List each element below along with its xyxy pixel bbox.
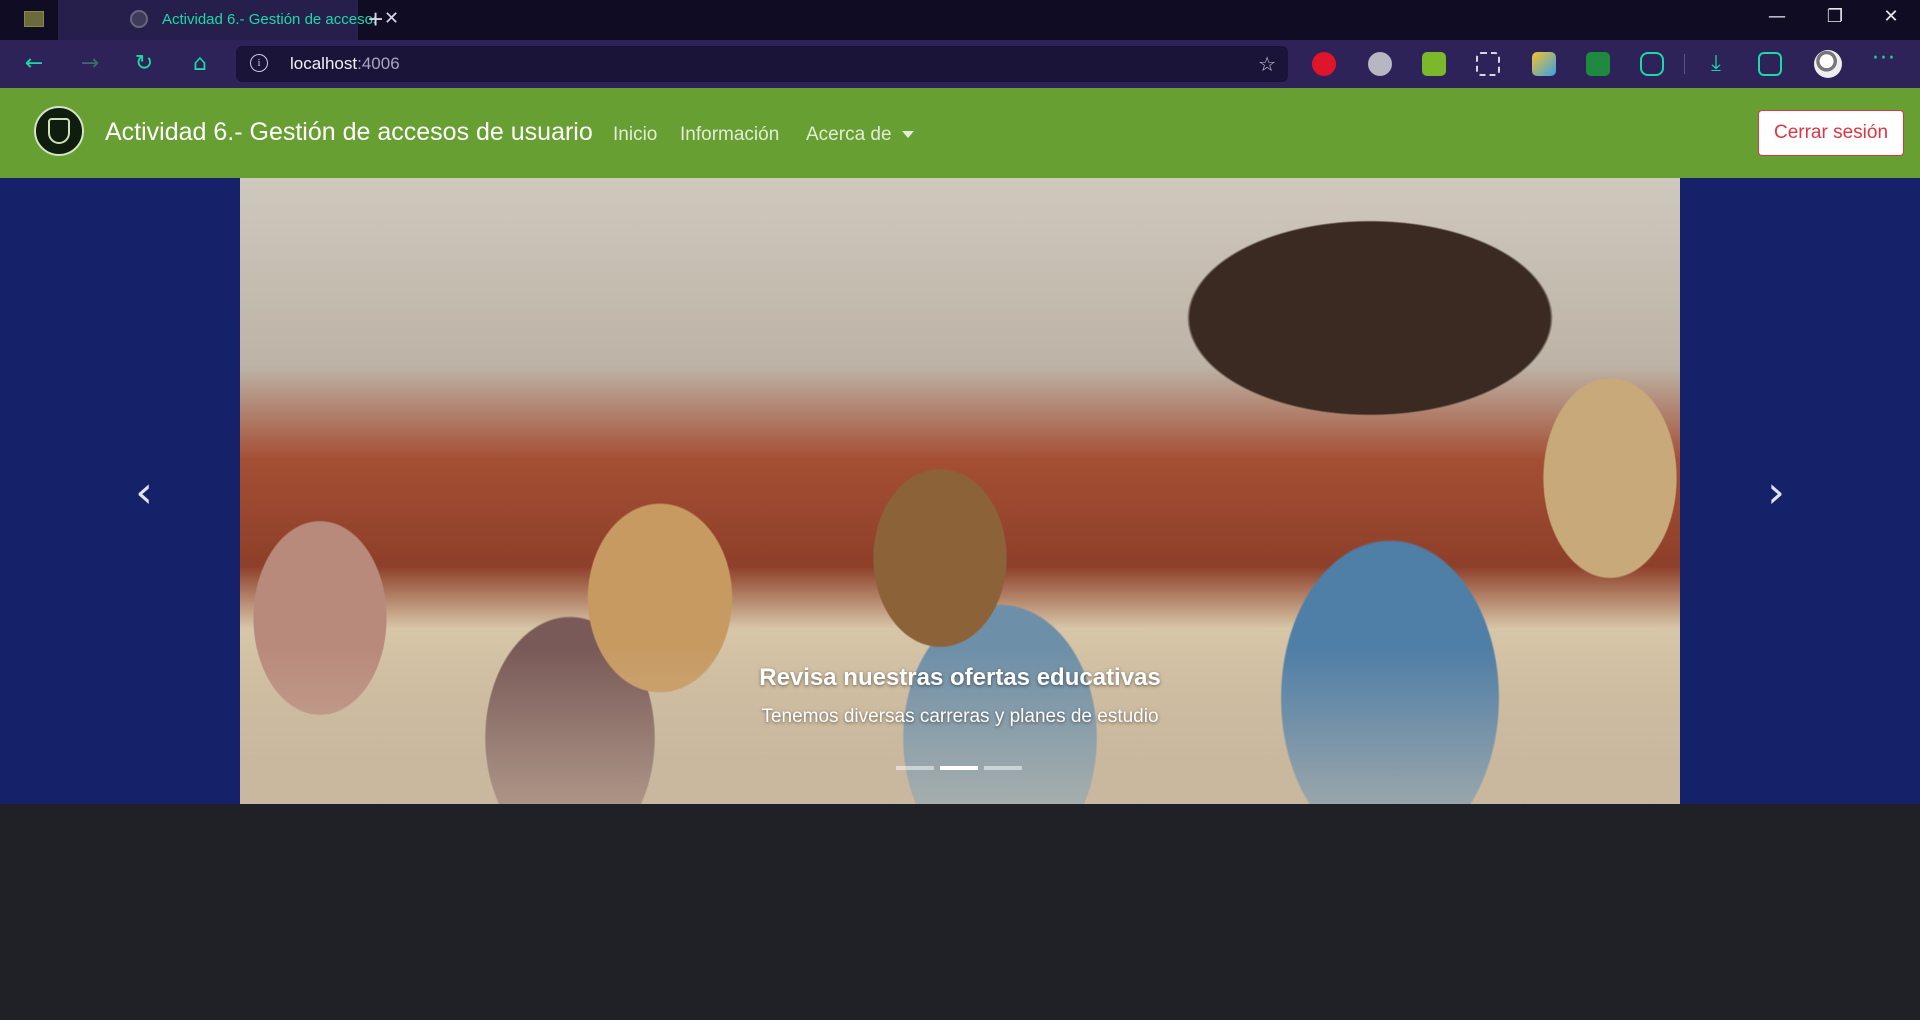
carousel-prev-icon[interactable]: ‹ <box>124 468 164 518</box>
site-info-icon[interactable]: i <box>250 54 268 72</box>
close-icon[interactable]: ✕ <box>1868 6 1914 27</box>
color-picker-icon[interactable] <box>1532 52 1556 76</box>
download-arrow-icon[interactable] <box>1422 52 1446 76</box>
forward-icon[interactable]: → <box>76 50 104 78</box>
favorite-star-icon[interactable]: ☆ <box>1258 52 1276 76</box>
browser-tab-strip: Actividad 6.- Gestión de accesos de usua… <box>0 0 1920 40</box>
puzzle-icon[interactable] <box>1640 52 1664 76</box>
active-tab[interactable]: Actividad 6.- Gestión de accesos de usua… <box>58 0 399 40</box>
caption-title: Revisa nuestras ofertas educativas <box>759 664 1161 691</box>
restore-icon[interactable]: ❐ <box>1812 6 1858 27</box>
minimize-icon[interactable]: — <box>1754 6 1800 27</box>
url-host: localhost <box>290 54 358 73</box>
reload-icon[interactable]: ↻ <box>130 50 158 78</box>
caption-text: Tenemos diversas carreras y planes de es… <box>761 706 1159 727</box>
carousel-next-icon[interactable]: › <box>1756 468 1796 518</box>
profile-avatar[interactable] <box>1814 50 1842 78</box>
excel-icon[interactable] <box>1586 52 1610 76</box>
browser-toolbar: ← → ↻ ⌂ i localhost:4006 ☆ <box>0 40 1920 88</box>
home-icon[interactable]: ⌂ <box>186 50 214 78</box>
url-port: :4006 <box>357 54 400 73</box>
tab-title: Actividad 6.- Gestión de accesos de usua… <box>162 11 376 28</box>
new-tab-icon[interactable]: + <box>368 4 383 35</box>
hero-carousel: ‹ Revisa nuestras ofertas educativas Ten… <box>0 178 1920 804</box>
carousel-slide-image: Revisa nuestras ofertas educativas Tenem… <box>240 178 1680 804</box>
more-menu-icon[interactable]: ··· <box>1872 46 1896 71</box>
carousel-caption: Revisa nuestras ofertas educativas Tenem… <box>240 664 1680 728</box>
toolbar-separator <box>1684 54 1685 74</box>
app-navbar: Actividad 6.- Gestión de accesos de usua… <box>0 88 1920 178</box>
nav-dropdown-acerca[interactable]: Acerca de <box>806 124 914 146</box>
carousel-indicators <box>896 766 1022 770</box>
pinned-tab-icon[interactable] <box>24 11 44 27</box>
address-bar[interactable]: i localhost:4006 ☆ <box>236 46 1288 82</box>
adblock-icon[interactable] <box>1312 52 1336 76</box>
nav-link-informacion[interactable]: Información <box>680 124 779 146</box>
back-icon[interactable]: ← <box>20 50 48 78</box>
university-logo[interactable] <box>34 106 84 156</box>
screenshot-icon[interactable] <box>1476 52 1500 76</box>
spy-icon[interactable] <box>1368 52 1392 76</box>
chevron-down-icon <box>901 131 914 139</box>
nav-link-inicio[interactable]: Inicio <box>613 124 657 146</box>
logout-button[interactable]: Cerrar sesión <box>1758 110 1904 156</box>
tab-favicon-icon <box>130 10 148 28</box>
navbar-brand[interactable]: Actividad 6.- Gestión de accesos de usua… <box>105 118 593 147</box>
address-url[interactable]: localhost:4006 <box>290 54 400 74</box>
downloads-icon[interactable]: ⤓ <box>1704 52 1728 76</box>
carousel-indicator[interactable] <box>984 766 1022 770</box>
nav-dropdown-label: Acerca de <box>806 124 892 145</box>
carousel-indicator[interactable] <box>896 766 934 770</box>
shield-check-icon[interactable] <box>1758 52 1782 76</box>
carousel-indicator[interactable] <box>940 766 978 770</box>
tab-close-icon[interactable]: ✕ <box>384 8 399 29</box>
